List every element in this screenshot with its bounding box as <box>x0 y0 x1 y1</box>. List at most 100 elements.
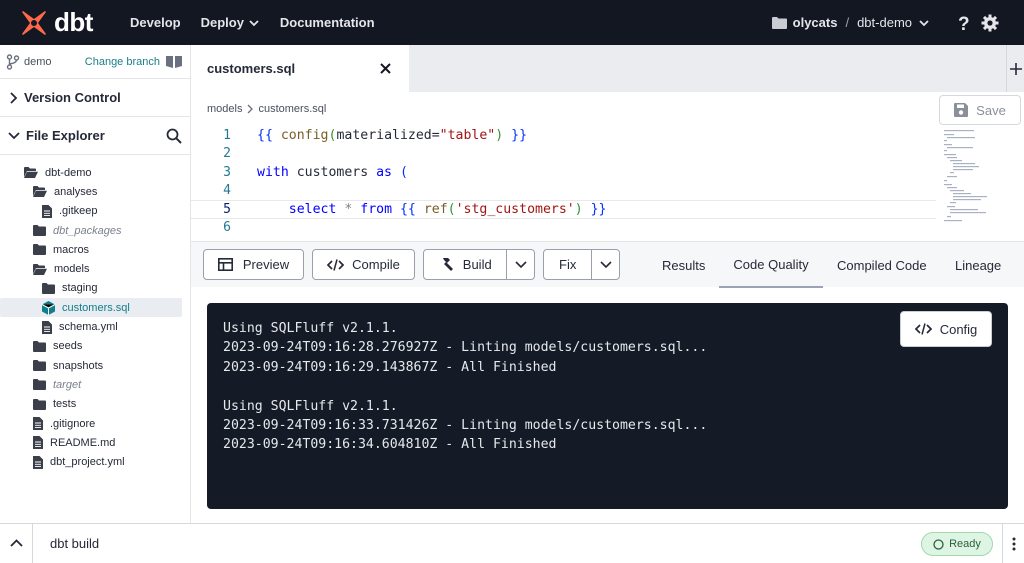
logo-text: dbt <box>54 7 93 37</box>
save-button[interactable]: Save <box>939 95 1021 125</box>
more-vertical-icon[interactable] <box>1002 524 1024 563</box>
path-file[interactable]: customers.sql <box>258 103 326 115</box>
fix-label: Fix <box>559 257 577 272</box>
code-text: with customers as ( <box>257 164 408 180</box>
tree-file[interactable]: README.md <box>0 433 190 452</box>
code-line: 1 {{ config(materialized="table") }} <box>191 126 936 145</box>
chevron-right-icon <box>8 91 18 104</box>
folder-icon <box>33 340 46 352</box>
tree-folder[interactable]: dbt-demo <box>0 163 190 182</box>
tree-folder[interactable]: models <box>0 259 190 278</box>
editor-tab[interactable]: customers.sql <box>191 45 409 92</box>
top-nav-bar: dbt Develop Deploy Documentation olycats… <box>0 0 1024 45</box>
tree-item-label: dbt_packages <box>53 224 122 237</box>
tree-file[interactable]: schema.yml <box>0 317 190 336</box>
tab-lineage[interactable]: Lineage <box>955 242 1001 288</box>
command-bar: dbt build Ready <box>0 523 1024 563</box>
folder-open-icon <box>24 167 38 179</box>
compile-label: Compile <box>352 257 400 272</box>
code-text: {{ config(materialized="table") }} <box>257 127 528 143</box>
svg-text:?: ? <box>958 14 970 32</box>
compile-button[interactable]: Compile <box>312 249 415 280</box>
folder-open-icon <box>33 186 47 198</box>
file-icon <box>33 455 43 469</box>
tree-folder[interactable]: tests <box>0 395 190 414</box>
tree-folder[interactable]: target <box>0 375 190 394</box>
code-editor[interactable]: 1 {{ config(materialized="table") }} 2 3… <box>191 126 1024 241</box>
console-line: 2023-09-24T09:16:33.731426Z - Linting mo… <box>223 417 708 433</box>
config-button[interactable]: Config <box>900 311 992 347</box>
folder-icon <box>33 398 46 410</box>
folder-icon <box>33 244 46 256</box>
tree-file[interactable]: dbt_project.yml <box>0 452 190 471</box>
path-folder[interactable]: models <box>207 103 242 115</box>
build-button[interactable]: Build <box>424 250 506 279</box>
dbt-logo-icon <box>22 10 46 35</box>
editor-tab-title: customers.sql <box>207 61 296 76</box>
tree-folder[interactable]: snapshots <box>0 356 190 375</box>
help-icon[interactable]: ? <box>952 11 976 35</box>
chevron-up-icon[interactable] <box>0 523 33 563</box>
chevron-down-icon <box>515 260 527 268</box>
fix-button-group: Fix <box>543 249 620 280</box>
tree-file[interactable]: customers.sql <box>0 298 182 318</box>
build-dropdown-toggle[interactable] <box>506 250 534 279</box>
build-label: Build <box>462 257 492 272</box>
tree-file[interactable]: .gitkeep <box>0 202 190 221</box>
code-icon <box>914 323 932 335</box>
tree-item-label: dbt_project.yml <box>50 456 125 469</box>
folder-icon <box>33 360 46 372</box>
nav-develop[interactable]: Develop <box>130 15 181 30</box>
breadcrumb-separator: / <box>845 15 850 30</box>
lint-output-console: Using SQLFluff v2.1.1. 2023-09-24T09:16:… <box>207 303 1008 509</box>
tree-folder[interactable]: macros <box>0 240 190 259</box>
tree-folder[interactable]: staging <box>0 279 190 298</box>
line-number: 4 <box>223 183 231 199</box>
search-icon[interactable] <box>166 128 182 144</box>
table-icon <box>217 258 233 271</box>
preview-button[interactable]: Preview <box>203 249 304 280</box>
file-path-breadcrumb: models customers.sql Save <box>191 92 1024 126</box>
hammer-icon <box>439 257 454 272</box>
fix-button[interactable]: Fix <box>544 250 591 279</box>
book-icon[interactable] <box>166 55 182 68</box>
file-icon <box>33 417 43 430</box>
tree-folder[interactable]: dbt_packages <box>0 221 190 240</box>
tree-file[interactable]: .gitignore <box>0 414 190 433</box>
code-line: 3 with customers as ( <box>191 163 936 182</box>
line-number: 3 <box>223 164 231 180</box>
line-number: 2 <box>223 146 231 162</box>
code-minimap[interactable] <box>944 130 1018 230</box>
change-branch-link[interactable]: Change branch <box>85 56 160 68</box>
account-breadcrumb[interactable]: olycats <box>771 15 837 30</box>
console-line: 2023-09-24T09:16:28.276927Z - Linting mo… <box>223 340 708 356</box>
console-line: 2023-09-24T09:16:34.604810Z - All Finish… <box>223 437 557 453</box>
editor-tab-bar: customers.sql <box>191 45 1024 92</box>
tree-folder[interactable]: analyses <box>0 182 190 201</box>
close-icon[interactable] <box>380 63 391 74</box>
action-toolbar: Preview Compile Build Fix Results Code Q… <box>191 241 1024 288</box>
tab-results[interactable]: Results <box>662 242 705 288</box>
tree-item-label: models <box>54 263 90 276</box>
fix-dropdown-toggle[interactable] <box>591 250 619 279</box>
tab-compiled-code[interactable]: Compiled Code <box>837 242 927 288</box>
tree-folder[interactable]: seeds <box>0 337 190 356</box>
version-control-section[interactable]: Version Control <box>0 79 190 117</box>
file-explorer-section[interactable]: File Explorer <box>0 117 190 155</box>
branch-name: demo <box>24 55 52 68</box>
tree-item-label: snapshots <box>53 359 104 372</box>
tab-code-quality[interactable]: Code Quality <box>719 242 823 288</box>
nav-documentation[interactable]: Documentation <box>280 15 375 30</box>
command-input[interactable]: dbt build <box>50 536 99 551</box>
nav-deploy[interactable]: Deploy <box>201 15 260 30</box>
dbt-logo[interactable]: dbt <box>20 7 120 38</box>
tree-item-label: seeds <box>53 340 83 353</box>
tree-item-label: staging <box>62 282 98 295</box>
project-selector[interactable]: dbt-demo <box>857 15 930 30</box>
code-text: select * from {{ ref('stg_customers') }} <box>288 201 607 217</box>
status-circle-icon <box>933 538 944 550</box>
gear-icon[interactable] <box>978 11 1002 35</box>
add-tab-icon[interactable] <box>1006 45 1024 92</box>
console-line: Using SQLFluff v2.1.1. <box>223 398 398 414</box>
